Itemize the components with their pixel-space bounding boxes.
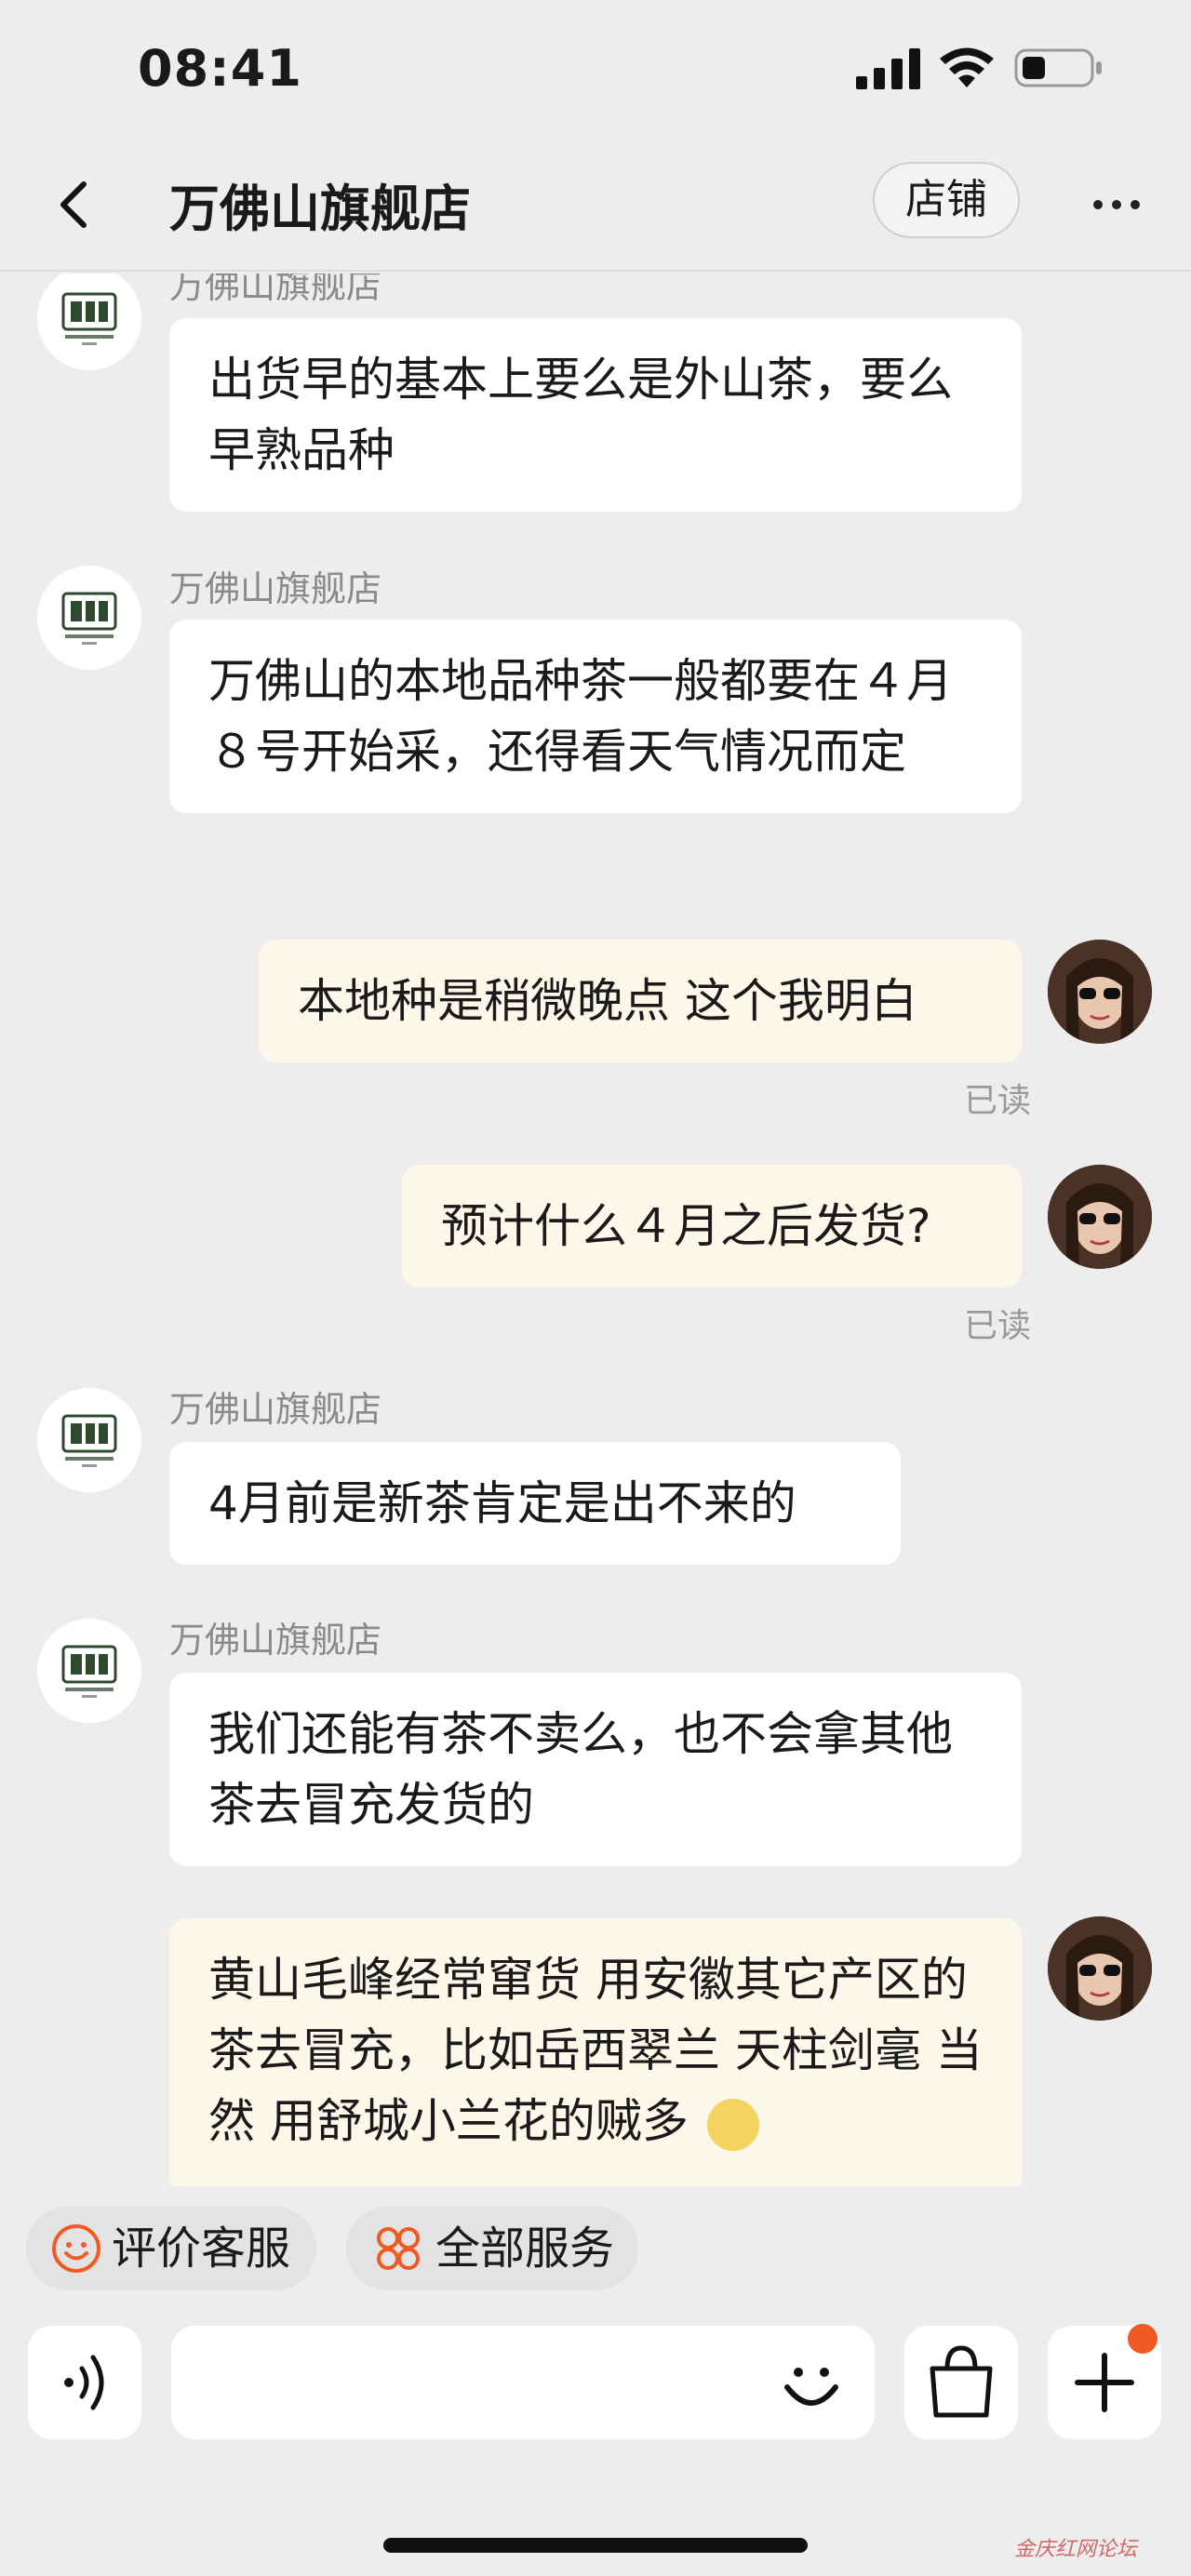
- emoji-icon: [706, 2098, 759, 2151]
- status-time: 08:41: [138, 39, 302, 98]
- product-bag-button[interactable]: [904, 2326, 1018, 2439]
- message-bubble[interactable]: 我们还能有茶不卖么，也不会拿其他茶去冒充发货的: [169, 1673, 1022, 1866]
- shopping-bag-icon: [930, 2345, 993, 2418]
- chat-screen: 08:41 万佛山旗舰店 店铺 万佛山旗舰店 出货早的基本上要么是外山茶，要么早…: [0, 0, 1191, 2576]
- rate-service-button[interactable]: 评价客服: [26, 2207, 316, 2290]
- all-services-button[interactable]: 全部服务: [346, 2207, 638, 2290]
- message-bubble[interactable]: 4月前是新茶肯定是出不来的: [169, 1442, 901, 1565]
- quick-service-bar: 评价客服 全部服务: [0, 2186, 1191, 2307]
- message-bubble-self[interactable]: 预计什么４月之后发货?: [402, 1165, 1022, 1288]
- more-options-icon[interactable]: [1089, 177, 1144, 233]
- emoji-picker-icon[interactable]: [772, 2344, 850, 2423]
- all-services-label: 全部服务: [435, 2222, 615, 2275]
- wifi-icon: [940, 47, 994, 87]
- voice-icon: [64, 2355, 104, 2410]
- message-text: 黄山毛峰经常窜货 用安徽其它产区的茶去冒充，比如岳西翠兰 天柱剑毫 当然 用舒城…: [208, 1953, 983, 2148]
- home-indicator[interactable]: [383, 2538, 808, 2553]
- input-bar: [0, 2307, 1191, 2576]
- user-photo-icon: [1048, 1165, 1152, 1269]
- smiley-icon: [52, 2224, 100, 2273]
- notification-dot: [1128, 2324, 1158, 2354]
- shop-logo-icon: [37, 274, 141, 370]
- nav-bar: 万佛山旗舰店 店铺: [0, 140, 1191, 272]
- sender-name: 万佛山旗舰店: [169, 568, 382, 609]
- shop-avatar[interactable]: [37, 566, 141, 670]
- read-status: 已读: [964, 1082, 1032, 1120]
- status-bar: 08:41: [0, 0, 1191, 140]
- sender-name: 万佛山旗舰店: [169, 1620, 382, 1661]
- page-title: 万佛山旗舰店: [169, 180, 471, 238]
- message-list[interactable]: 万佛山旗舰店 出货早的基本上要么是外山茶，要么早熟品种 万佛山旗舰店 万佛山的本…: [0, 274, 1191, 2186]
- shop-button[interactable]: 店铺: [873, 162, 1020, 238]
- cellular-signal-icon: [856, 48, 920, 89]
- shop-avatar[interactable]: [37, 1619, 141, 1723]
- sender-name: 万佛山旗舰店: [169, 1389, 382, 1430]
- rate-service-label: 评价客服: [112, 2222, 291, 2275]
- message-bubble[interactable]: 万佛山的本地品种茶一般都要在４月８号开始采，还得看天气情况而定: [169, 620, 1022, 813]
- user-avatar[interactable]: [1048, 1916, 1152, 2021]
- message-bubble[interactable]: 出货早的基本上要么是外山茶，要么早熟品种: [169, 318, 1022, 512]
- voice-input-button[interactable]: [28, 2326, 141, 2439]
- battery-icon: [1014, 48, 1102, 87]
- back-arrow-icon[interactable]: [47, 175, 102, 234]
- message-bubble-self[interactable]: 本地种是稍微晚点 这个我明白: [259, 940, 1022, 1062]
- shop-logo-icon: [37, 1619, 141, 1723]
- user-avatar[interactable]: [1048, 940, 1152, 1044]
- read-status: 已读: [964, 1307, 1032, 1345]
- grid-flower-icon: [377, 2227, 420, 2270]
- message-input[interactable]: [171, 2326, 875, 2439]
- shop-avatar[interactable]: [37, 1388, 141, 1492]
- shop-avatar[interactable]: [37, 274, 141, 370]
- message-bubble-self[interactable]: 黄山毛峰经常窜货 用安徽其它产区的茶去冒充，比如岳西翠兰 天柱剑毫 当然 用舒城…: [169, 1918, 1022, 2186]
- shop-logo-icon: [37, 1388, 141, 1492]
- user-photo-icon: [1048, 1916, 1152, 2021]
- watermark: 金庆红网论坛: [1014, 2538, 1138, 2561]
- user-avatar[interactable]: [1048, 1165, 1152, 1269]
- sender-name: 万佛山旗舰店: [169, 274, 382, 306]
- user-photo-icon: [1048, 940, 1152, 1044]
- shop-logo-icon: [37, 566, 141, 670]
